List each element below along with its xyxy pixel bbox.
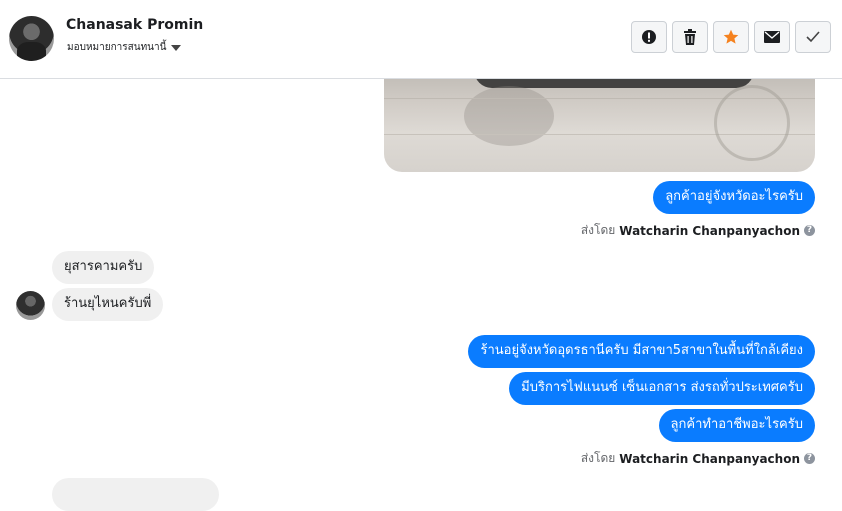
outgoing-message[interactable]: ลูกค้าทำอาชีพอะไรครับ [658, 409, 815, 442]
conversation-header: Chanasak Promin มอบหมายการสนทนานี้ [0, 0, 842, 79]
sent-by-name: Watcharin Chanpanyachon [619, 451, 800, 466]
contact-avatar[interactable] [9, 16, 54, 61]
photo-wheel-reflection [714, 85, 790, 161]
conversation-toolbar [631, 21, 831, 53]
incoming-message[interactable]: ยุสารคามครับ [52, 251, 155, 284]
spam-button[interactable] [631, 21, 667, 53]
contact-name[interactable]: Chanasak Promin [66, 17, 203, 33]
envelope-icon [764, 31, 780, 43]
info-icon[interactable]: ? [804, 453, 815, 464]
caret-down-icon [171, 44, 182, 51]
trash-icon [684, 29, 696, 45]
assign-label: มอบหมายการสนทนานี้ [67, 42, 167, 53]
check-icon [806, 31, 820, 43]
assign-conversation-dropdown[interactable]: มอบหมายการสนทนานี้ [67, 40, 182, 55]
outgoing-message[interactable]: ลูกค้าอยู่จังหวัดอะไรครับ [653, 181, 815, 214]
outgoing-message[interactable]: มีบริการไฟแนนซ์ เซ็นเอกสาร ส่งรถทั่วประเ… [509, 372, 815, 405]
star-button[interactable] [713, 21, 749, 53]
incoming-message[interactable]: ร้านยุไหนครับพี่ [52, 288, 164, 321]
mark-unread-button[interactable] [754, 21, 790, 53]
info-icon[interactable]: ? [804, 225, 815, 236]
sent-by-prefix: ส่งโดย [580, 223, 616, 237]
sent-by-label: ส่งโดย Watcharin Chanpanyachon ? [581, 449, 815, 468]
alert-icon [642, 30, 656, 44]
photo-reflection [464, 86, 554, 146]
sent-by-name: Watcharin Chanpanyachon [619, 223, 800, 238]
incoming-message-partial[interactable] [52, 478, 219, 511]
sent-by-prefix: ส่งโดย [580, 451, 616, 465]
done-button[interactable] [795, 21, 831, 53]
contact-avatar-small[interactable] [16, 291, 45, 320]
delete-button[interactable] [672, 21, 708, 53]
outgoing-message[interactable]: ร้านอยู่จังหวัดอุดรธานีครับ มีสาขา5สาขาใ… [468, 335, 815, 368]
star-icon [723, 29, 739, 44]
sent-by-label: ส่งโดย Watcharin Chanpanyachon ? [581, 221, 815, 240]
